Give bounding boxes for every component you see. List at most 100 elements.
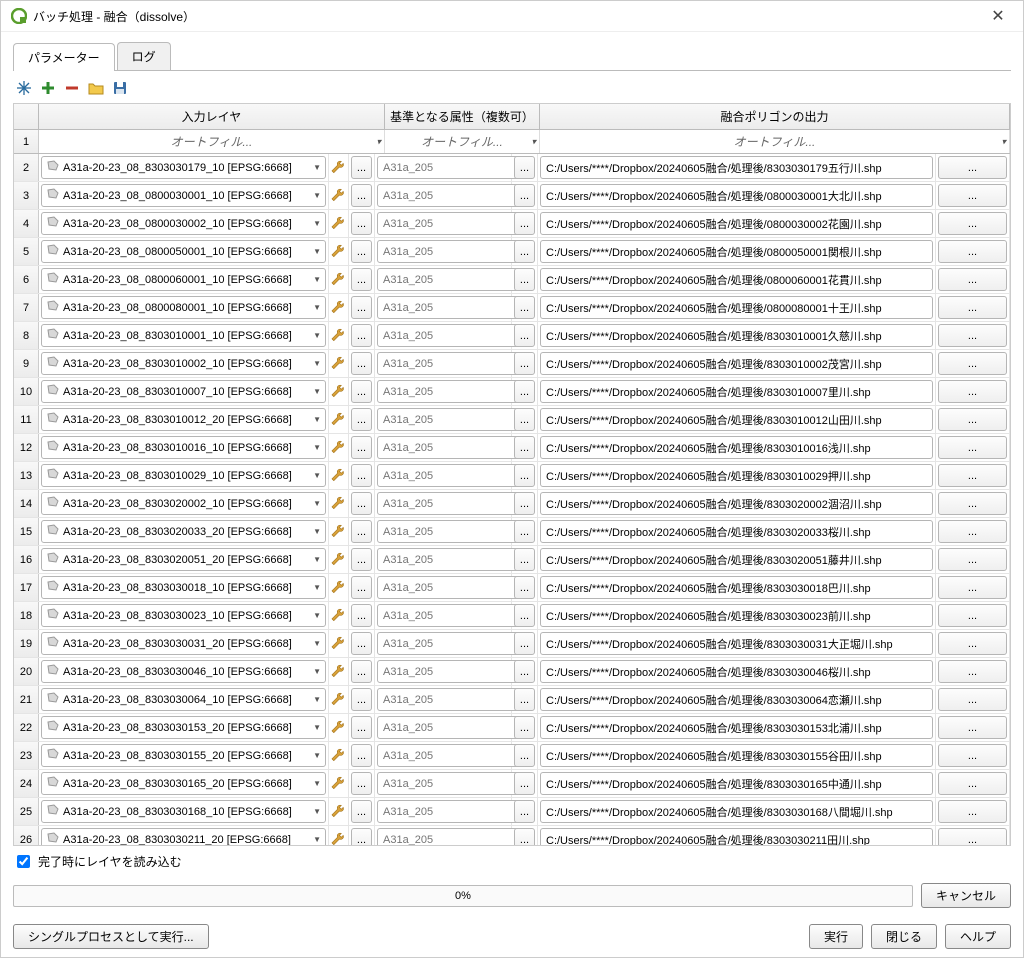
output-path-input[interactable]	[540, 464, 933, 487]
browse-layer-button[interactable]: ...	[351, 240, 372, 263]
browse-attr-button[interactable]: ...	[514, 436, 535, 459]
browse-layer-button[interactable]: ...	[351, 828, 372, 845]
browse-layer-button[interactable]: ...	[351, 688, 372, 711]
save-icon[interactable]	[109, 77, 131, 99]
dissolve-attr-input[interactable]	[377, 828, 531, 845]
rownum[interactable]: 4	[14, 210, 39, 237]
iterate-button[interactable]	[329, 826, 349, 845]
iterate-button[interactable]	[329, 210, 349, 237]
browse-layer-button[interactable]: ...	[351, 408, 372, 431]
input-layer-select[interactable]: A31a-20-23_08_8303030179_10 [EPSG:6668]▼	[41, 156, 326, 179]
iterate-button[interactable]	[329, 490, 349, 517]
browse-layer-button[interactable]: ...	[351, 464, 372, 487]
autofill-layer[interactable]: オートフィル...▾	[39, 130, 385, 153]
remove-row-icon[interactable]	[61, 77, 83, 99]
input-layer-select[interactable]: A31a-20-23_08_0800030001_10 [EPSG:6668]▼	[41, 184, 326, 207]
close-icon[interactable]: ✕	[983, 6, 1013, 26]
browse-layer-button[interactable]: ...	[351, 436, 372, 459]
browse-attr-button[interactable]: ...	[514, 380, 535, 403]
browse-layer-button[interactable]: ...	[351, 576, 372, 599]
iterate-button[interactable]	[329, 406, 349, 433]
dissolve-attr-input[interactable]	[377, 660, 531, 683]
iterate-button[interactable]	[329, 378, 349, 405]
browse-output-button[interactable]: ...	[938, 828, 1007, 845]
browse-attr-button[interactable]: ...	[514, 688, 535, 711]
input-layer-select[interactable]: A31a-20-23_08_8303030153_20 [EPSG:6668]▼	[41, 716, 326, 739]
output-path-input[interactable]	[540, 380, 933, 403]
dissolve-attr-input[interactable]	[377, 716, 531, 739]
input-layer-select[interactable]: A31a-20-23_08_0800050001_10 [EPSG:6668]▼	[41, 240, 326, 263]
input-layer-select[interactable]: A31a-20-23_08_0800030002_10 [EPSG:6668]▼	[41, 212, 326, 235]
browse-attr-button[interactable]: ...	[514, 296, 535, 319]
dissolve-attr-input[interactable]	[377, 156, 531, 179]
autofill-output[interactable]: オートフィル...▾	[540, 130, 1010, 153]
browse-attr-button[interactable]: ...	[514, 716, 535, 739]
iterate-button[interactable]	[329, 518, 349, 545]
output-path-input[interactable]	[540, 772, 933, 795]
dissolve-attr-input[interactable]	[377, 296, 531, 319]
browse-output-button[interactable]: ...	[938, 324, 1007, 347]
rownum[interactable]: 24	[14, 770, 39, 797]
iterate-button[interactable]	[329, 322, 349, 349]
input-layer-select[interactable]: A31a-20-23_08_8303020051_20 [EPSG:6668]▼	[41, 548, 326, 571]
browse-output-button[interactable]: ...	[938, 548, 1007, 571]
input-layer-select[interactable]: A31a-20-23_08_8303020033_20 [EPSG:6668]▼	[41, 520, 326, 543]
input-layer-select[interactable]: A31a-20-23_08_8303030031_20 [EPSG:6668]▼	[41, 632, 326, 655]
input-layer-select[interactable]: A31a-20-23_08_8303030168_10 [EPSG:6668]▼	[41, 800, 326, 823]
rownum-1[interactable]: 1	[14, 130, 39, 153]
rownum[interactable]: 5	[14, 238, 39, 265]
input-layer-select[interactable]: A31a-20-23_08_8303030155_20 [EPSG:6668]▼	[41, 744, 326, 767]
browse-attr-button[interactable]: ...	[514, 772, 535, 795]
browse-output-button[interactable]: ...	[938, 604, 1007, 627]
browse-output-button[interactable]: ...	[938, 520, 1007, 543]
iterate-button[interactable]	[329, 798, 349, 825]
browse-output-button[interactable]: ...	[938, 464, 1007, 487]
dissolve-attr-input[interactable]	[377, 352, 531, 375]
rownum[interactable]: 11	[14, 406, 39, 433]
browse-attr-button[interactable]: ...	[514, 240, 535, 263]
browse-output-button[interactable]: ...	[938, 660, 1007, 683]
browse-attr-button[interactable]: ...	[514, 828, 535, 845]
browse-layer-button[interactable]: ...	[351, 772, 372, 795]
dissolve-attr-input[interactable]	[377, 324, 531, 347]
iterate-button[interactable]	[329, 350, 349, 377]
browse-layer-button[interactable]: ...	[351, 184, 372, 207]
browse-attr-button[interactable]: ...	[514, 324, 535, 347]
run-button[interactable]: 実行	[809, 924, 863, 949]
input-layer-select[interactable]: A31a-20-23_08_8303030046_10 [EPSG:6668]▼	[41, 660, 326, 683]
browse-output-button[interactable]: ...	[938, 576, 1007, 599]
output-path-input[interactable]	[540, 744, 933, 767]
browse-output-button[interactable]: ...	[938, 800, 1007, 823]
iterate-button[interactable]	[329, 770, 349, 797]
rownum[interactable]: 15	[14, 518, 39, 545]
browse-output-button[interactable]: ...	[938, 240, 1007, 263]
rownum[interactable]: 12	[14, 434, 39, 461]
dissolve-attr-input[interactable]	[377, 408, 531, 431]
rownum[interactable]: 25	[14, 798, 39, 825]
browse-layer-button[interactable]: ...	[351, 380, 372, 403]
dissolve-attr-input[interactable]	[377, 492, 531, 515]
browse-attr-button[interactable]: ...	[514, 548, 535, 571]
output-path-input[interactable]	[540, 352, 933, 375]
input-layer-select[interactable]: A31a-20-23_08_8303010016_10 [EPSG:6668]▼	[41, 436, 326, 459]
autofill-attr[interactable]: オートフィル...▾	[385, 130, 540, 153]
output-path-input[interactable]	[540, 688, 933, 711]
output-path-input[interactable]	[540, 828, 933, 845]
iterate-button[interactable]	[329, 574, 349, 601]
rownum[interactable]: 3	[14, 182, 39, 209]
tab-log[interactable]: ログ	[117, 42, 171, 70]
browse-attr-button[interactable]: ...	[514, 520, 535, 543]
browse-layer-button[interactable]: ...	[351, 632, 372, 655]
browse-attr-button[interactable]: ...	[514, 352, 535, 375]
browse-layer-button[interactable]: ...	[351, 324, 372, 347]
browse-attr-button[interactable]: ...	[514, 408, 535, 431]
iterate-button[interactable]	[329, 714, 349, 741]
browse-layer-button[interactable]: ...	[351, 520, 372, 543]
browse-output-button[interactable]: ...	[938, 156, 1007, 179]
input-layer-select[interactable]: A31a-20-23_08_8303010007_10 [EPSG:6668]▼	[41, 380, 326, 403]
dissolve-attr-input[interactable]	[377, 268, 531, 291]
iterate-button[interactable]	[329, 434, 349, 461]
iterate-button[interactable]	[329, 462, 349, 489]
browse-output-button[interactable]: ...	[938, 492, 1007, 515]
rownum[interactable]: 9	[14, 350, 39, 377]
